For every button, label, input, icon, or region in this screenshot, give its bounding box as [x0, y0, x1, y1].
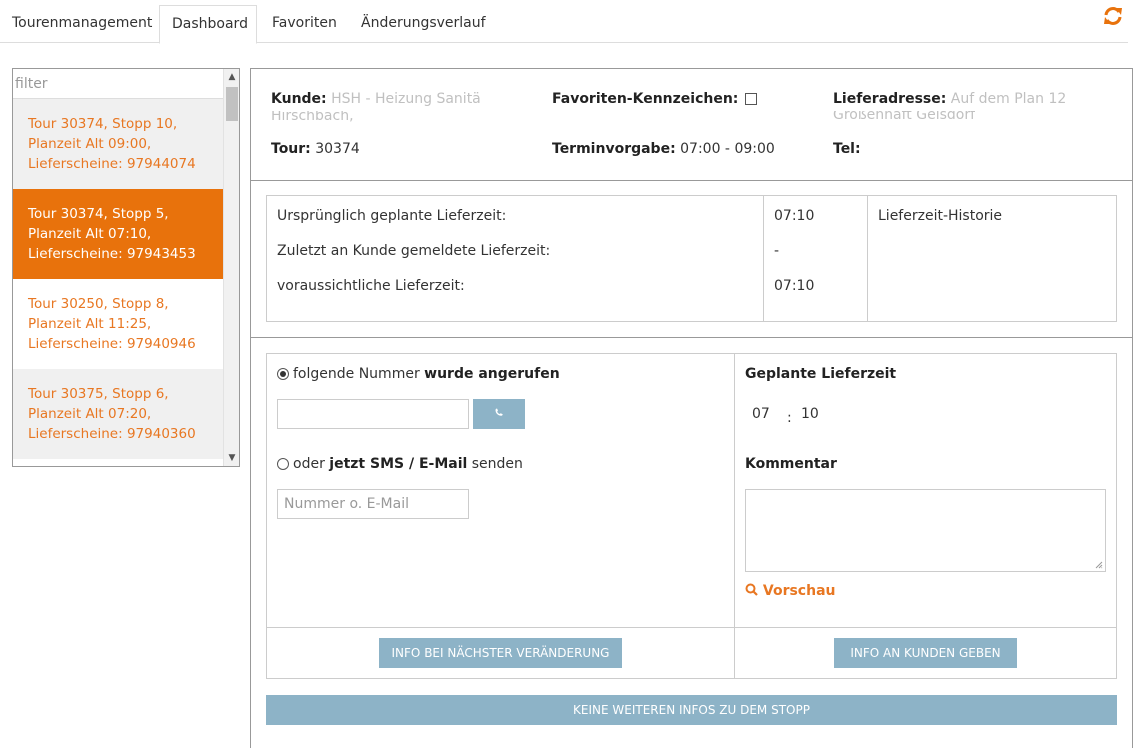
stop-detail-panel: Kunde: HSH - Heizung Sanitä Hirschbach, … [250, 68, 1133, 748]
original-time-label: Ursprünglich geplante Lieferzeit: [277, 208, 507, 224]
list-item[interactable]: Tour 30250, Stopp 8, Planzeit Alt 11:25,… [13, 279, 223, 369]
scroll-up-icon[interactable]: ▲ [224, 69, 239, 85]
kunde-label: Kunde: [271, 91, 327, 107]
list-item[interactable]: Tour 30375, Stopp 6, Planzeit Alt 07:20,… [13, 369, 223, 459]
search-icon [745, 583, 758, 596]
tel-label: Tel: [833, 141, 861, 157]
hour-input[interactable]: 07 [752, 406, 770, 422]
tab-tourenmanagement[interactable]: Tourenmanagement [0, 5, 164, 43]
sms-bold-text: jetzt SMS / E-Mail [329, 456, 468, 472]
sms-option[interactable]: oder jetzt SMS / E-Mail senden [277, 456, 523, 472]
planned-time-label: Planzeit Alt 11:25, [28, 316, 152, 332]
lieferadresse-field: Lieferadresse: Auf dem Plan 12 [833, 91, 1066, 107]
kunde-address-line: Hirschbach, [271, 111, 354, 124]
phone-icon [495, 408, 503, 416]
called-radio[interactable] [277, 368, 289, 380]
refresh-icon[interactable] [1102, 5, 1124, 27]
no-further-info-button[interactable]: KEINE WEITEREN INFOS ZU DEM STOPP [266, 695, 1117, 725]
favoriten-checkbox[interactable] [744, 93, 757, 105]
time-separator: : [787, 410, 792, 426]
last-reported-time-label: Zuletzt an Kunde gemeldete Lieferzeit: [277, 243, 551, 259]
tour-list-panel: Tour 30374, Stopp 10, Planzeit Alt 09:00… [12, 68, 240, 467]
planned-time-title-text: Geplante Lieferzeit [745, 366, 897, 382]
phone-number-input[interactable] [277, 399, 469, 429]
notification-form: folgende Nummer wurde angerufen oder jet… [266, 353, 1117, 679]
called-option[interactable]: folgende Nummer wurde angerufen [277, 366, 560, 382]
tab-bar: Tourenmanagement Dashboard Favoriten Änd… [0, 0, 1128, 44]
expected-time-label: voraussichtliche Lieferzeit: [277, 278, 465, 294]
favoriten-field: Favoriten-Kennzeichen: [552, 91, 757, 107]
divider [734, 354, 735, 678]
tour-field: Tour: 30374 [271, 141, 360, 157]
tel-field: Tel: [833, 141, 861, 157]
preview-link[interactable]: Vorschau [745, 583, 835, 599]
lieferadresse-value: Auf dem Plan 12 [950, 91, 1067, 107]
tab-aenderungsverlauf[interactable]: Änderungsverlauf [349, 5, 498, 43]
lieferadresse-label: Lieferadresse: [833, 91, 947, 107]
original-time-value: 07:10 [774, 208, 815, 224]
tab-dashboard[interactable]: Dashboard [159, 5, 257, 44]
minute-input[interactable]: 10 [801, 406, 819, 422]
sms-prefix-text: oder [293, 456, 330, 472]
delivery-note-label: Lieferscheine: 97940946 [28, 336, 196, 352]
preview-label: Vorschau [762, 583, 836, 599]
comment-title: Kommentar [745, 456, 837, 472]
planned-time-label: Planzeit Alt 07:20, [28, 406, 152, 422]
scroll-down-icon[interactable]: ▼ [224, 450, 239, 466]
last-reported-time-value: - [774, 243, 780, 259]
tour-label: Tour: [271, 141, 311, 157]
list-item[interactable]: Tour 30374, Stopp 10, Planzeit Alt 09:00… [13, 99, 223, 189]
planned-time-label: Planzeit Alt 09:00, [28, 136, 152, 152]
divider [867, 196, 868, 321]
divider [267, 627, 1116, 628]
kunde-field: Kunde: HSH - Heizung Sanitä [271, 91, 481, 107]
lieferadresse-line2: Großenhaft Gelsdorf [833, 111, 976, 123]
divider [763, 196, 764, 321]
sms-radio[interactable] [277, 458, 289, 470]
sms-suffix-text: senden [467, 456, 523, 472]
email-field[interactable] [277, 489, 469, 519]
list-scrollbar[interactable]: ▲ ▼ [223, 69, 239, 466]
termin-label: Terminvorgabe: [552, 141, 676, 157]
tour-stop-label: Tour 30374, Stopp 10, [28, 116, 178, 132]
divider [251, 180, 1132, 181]
call-button[interactable] [473, 399, 525, 429]
filter-input[interactable] [13, 69, 224, 99]
delivery-note-label: Lieferscheine: 97940360 [28, 426, 196, 442]
list-item[interactable]: Tour 30374, Stopp 5, Planzeit Alt 07:10,… [13, 189, 223, 279]
info-on-next-change-button[interactable]: INFO BEI NÄCHSTER VERÄNDERUNG [379, 638, 622, 668]
delivery-note-label: Lieferscheine: 97943453 [28, 246, 196, 262]
inform-customer-button[interactable]: INFO AN KUNDEN GEBEN [834, 638, 1017, 668]
divider [251, 337, 1132, 338]
tour-value: 30374 [315, 141, 360, 157]
called-bold-text: wurde angerufen [424, 366, 560, 382]
kunde-value: HSH - Heizung Sanitä [331, 91, 481, 107]
delivery-note-label: Lieferscheine: 97944074 [28, 156, 196, 172]
termin-value: 07:00 - 09:00 [680, 141, 775, 157]
resize-grip-icon[interactable] [1095, 561, 1103, 569]
tour-list: Tour 30374, Stopp 10, Planzeit Alt 09:00… [13, 99, 223, 459]
lieferzeit-table: Ursprünglich geplante Lieferzeit: 07:10 … [266, 195, 1117, 322]
tour-stop-label: Tour 30374, Stopp 5, [28, 206, 169, 222]
lieferzeit-history-label: Lieferzeit-Historie [878, 208, 1003, 224]
expected-time-value: 07:10 [774, 278, 815, 294]
termin-field: Terminvorgabe: 07:00 - 09:00 [552, 141, 775, 157]
favoriten-label: Favoriten-Kennzeichen: [552, 91, 739, 107]
tour-stop-label: Tour 30375, Stopp 6, [28, 386, 169, 402]
scrollbar-thumb[interactable] [226, 87, 238, 121]
comment-title-text: Kommentar [745, 456, 837, 472]
tab-favoriten[interactable]: Favoriten [260, 5, 349, 43]
planned-time-label: Planzeit Alt 07:10, [28, 226, 152, 242]
called-prefix-text: folgende Nummer [293, 366, 425, 382]
comment-textarea[interactable] [745, 489, 1106, 572]
tour-stop-label: Tour 30250, Stopp 8, [28, 296, 169, 312]
planned-time-title: Geplante Lieferzeit [745, 366, 896, 382]
